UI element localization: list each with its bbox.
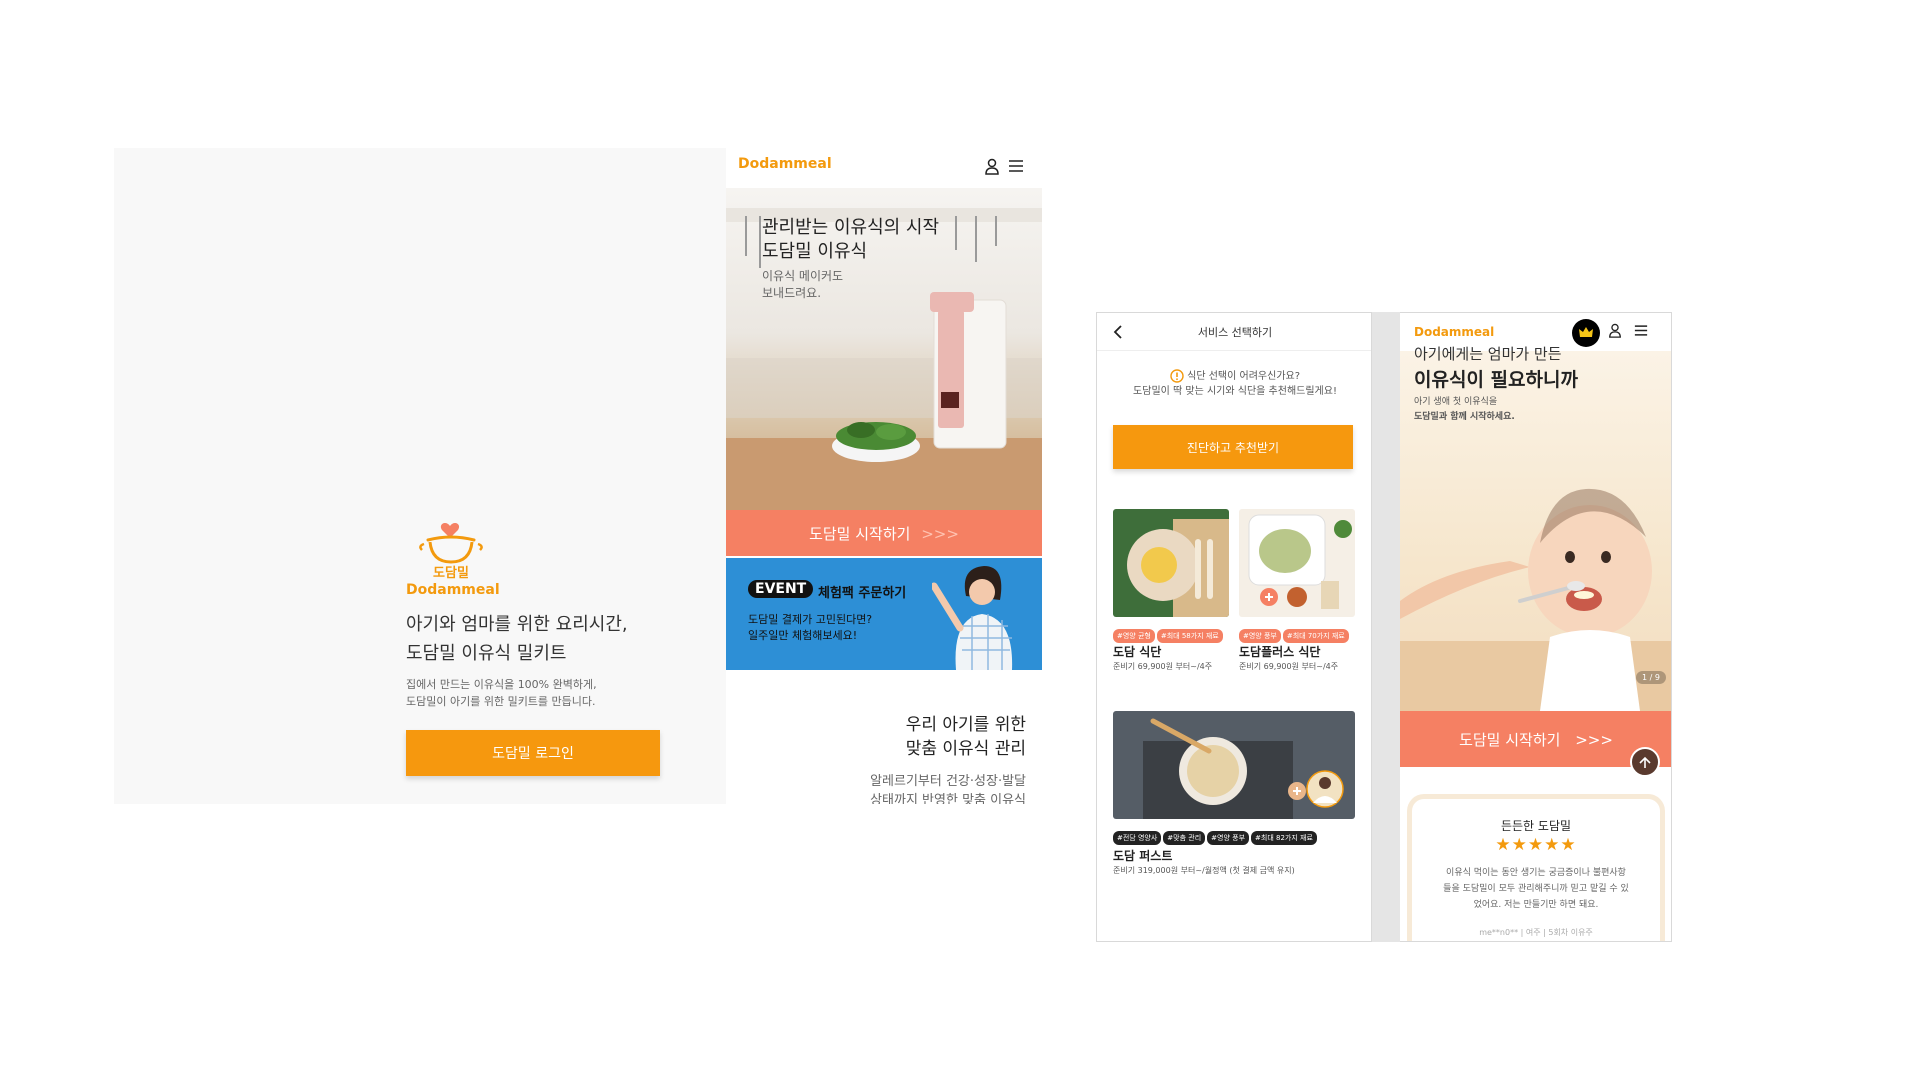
logo-wordmark: 도담밀 bbox=[433, 566, 469, 580]
arrow-up-icon bbox=[1639, 756, 1651, 768]
dodam-first-name[interactable]: 도담 퍼스트 bbox=[1113, 847, 1172, 864]
tag: #최대 82가지 재료 bbox=[1251, 831, 1317, 845]
menu-icon[interactable] bbox=[1634, 324, 1648, 337]
user-icon[interactable] bbox=[1608, 323, 1622, 339]
hero-title-line-1: 아기에게는 엄마가 만든 bbox=[1414, 345, 1562, 363]
notice-line-1: 식단 선택이 어려우신가요? bbox=[1097, 369, 1371, 384]
user-icon[interactable] bbox=[984, 158, 1000, 176]
recommend-notice: 식단 선택이 어려우신가요? 도담밀이 딱 맞는 시기와 식단을 추천해드릴게요… bbox=[1097, 369, 1371, 399]
event-text: 도담밀 결제가 고민된다면? 일주일만 체험해보세요! bbox=[748, 612, 918, 644]
diagnose-button[interactable]: 진단하고 추천받기 bbox=[1113, 425, 1353, 469]
brand-name[interactable]: Dodammeal bbox=[1414, 325, 1494, 339]
hero-sub-line-1: 이유식 메이커도 bbox=[762, 269, 844, 283]
tag: #최대 58가지 재료 bbox=[1156, 629, 1223, 643]
baby-bowl-illustration bbox=[1127, 519, 1229, 617]
membership-badge[interactable] bbox=[1572, 319, 1600, 347]
dodam-plus-image[interactable] bbox=[1239, 509, 1355, 617]
porridge-bowl-illustration bbox=[1143, 718, 1344, 819]
event-text-line-2: 일주일만 체험해보세요! bbox=[748, 629, 858, 642]
dodam-first-image[interactable] bbox=[1113, 711, 1355, 819]
landing-headline: 아기와 엄마를 위한 요리시간, 도담밀 이유식 밀키트 bbox=[406, 610, 706, 668]
tag: #영양 풍부 bbox=[1239, 629, 1281, 643]
review-line-1: 이유식 먹이는 동안 생기는 궁금증이나 불편사항 bbox=[1446, 868, 1626, 878]
hero-sub-line-2: 도담밀과 함께 시작하세요. bbox=[1414, 412, 1515, 422]
headline-line-1: 아기와 엄마를 위한 요리시간, bbox=[406, 614, 628, 635]
tag: #영양 풍부 bbox=[1207, 831, 1250, 845]
manage-description: 알레르기부터 건강·성장·발달 상태까지 반영한 맞춤 이유식 bbox=[816, 772, 1026, 804]
notice-text-1: 식단 선택이 어려우신가요? bbox=[1187, 371, 1301, 382]
service-header: 서비스 선택하기 bbox=[1097, 313, 1371, 351]
start-button[interactable]: 도담밀 시작하기 >>> bbox=[726, 510, 1042, 556]
hero-title-line-2: 도담밀 이유식 bbox=[762, 241, 868, 262]
event-banner[interactable]: EVENT 체험팩 주문하기 도담밀 결제가 고민된다면? 일주일만 체험해보세… bbox=[726, 558, 1042, 670]
dodam-first-price: 준비기 319,000원 부터~/월정액 (첫 결제 금액 유지) bbox=[1113, 866, 1295, 875]
hero-subtitle: 아기 생애 첫 이유식을 도담밀과 함께 시작하세요. bbox=[1414, 395, 1515, 425]
login-button[interactable]: 도담밀 로그인 bbox=[406, 730, 660, 776]
tag: #전담 영양사 bbox=[1113, 831, 1162, 845]
slide-indicator: 1 / 9 bbox=[1636, 671, 1666, 684]
review-meta: me**n0** | 여주 | 5회차 이유주 bbox=[1479, 928, 1593, 937]
desc-line-1: 집에서 만드는 이유식을 100% 완벽하게, bbox=[406, 678, 597, 691]
screen-divider bbox=[1372, 312, 1400, 942]
event-badge: EVENT bbox=[748, 580, 814, 598]
service-select-screen: 서비스 선택하기 식단 선택이 어려우신가요? 도담밀이 딱 맞는 시기와 식단… bbox=[1096, 312, 1372, 942]
service-title: 서비스 선택하기 bbox=[1197, 326, 1273, 339]
review-text: 이유식 먹이는 동안 생기는 궁금증이나 불편사항 들을 도담밀이 모두 관리해… bbox=[1426, 865, 1646, 913]
crown-icon bbox=[1579, 327, 1593, 337]
desc-line-2: 도담밀이 아기를 위한 밀키트를 만듭니다. bbox=[406, 695, 596, 708]
landing-description: 집에서 만드는 이유식을 100% 완벽하게, 도담밀이 아기를 위한 밀키트를… bbox=[406, 676, 706, 710]
dodam-plus-name[interactable]: 도담플러스 식단 bbox=[1239, 643, 1320, 660]
dodam-meal-price: 준비기 69,900원 부터~/4주 bbox=[1113, 662, 1213, 671]
review-title: 든든한 도담밀 bbox=[1500, 819, 1572, 833]
manage-desc-line-1: 알레르기부터 건강·성장·발달 bbox=[870, 774, 1026, 789]
meal-tray-illustration bbox=[1248, 514, 1352, 609]
hero-title: 관리받는 이유식의 시작 도담밀 이유식 bbox=[762, 216, 939, 264]
dodam-plus-tags: #영양 풍부 #최대 70가지 재료 bbox=[1239, 623, 1351, 643]
landing-screen: 도담밀 Dodammeal 아기와 엄마를 위한 요리시간, 도담밀 이유식 밀… bbox=[114, 148, 726, 804]
dodam-meal-tags: #영양 균형 #최대 58가지 재료 bbox=[1113, 623, 1225, 643]
brand-name[interactable]: Dodammeal bbox=[738, 156, 832, 172]
review-line-2: 들을 도담밀이 모두 관리해주니까 믿고 맡길 수 있 bbox=[1443, 884, 1629, 894]
review-card: 든든한 도담밀 ★★★★★ 이유식 먹이는 동안 생기는 궁금증이나 불편사항 … bbox=[1412, 799, 1660, 941]
manage-title-line-2: 맞춤 이유식 관리 bbox=[905, 739, 1026, 759]
menu-icon[interactable] bbox=[1008, 159, 1024, 173]
home-screen-2: Dodammeal 아기에게는 엄마가 만든 이유식이 필요하니까 아기 생애 … bbox=[1400, 312, 1672, 942]
home-screen: Dodammeal 관리받는 이유식의 시작 도담밀 이유식 이유식 메이커도 … bbox=[726, 148, 1042, 804]
manage-title: 우리 아기를 위한 맞춤 이유식 관리 bbox=[846, 713, 1026, 761]
review-line-3: 었어요. 저는 만들기만 하면 돼요. bbox=[1473, 900, 1599, 910]
dodammeal-logo: 도담밀 bbox=[419, 523, 483, 580]
scroll-top-button[interactable] bbox=[1630, 747, 1660, 777]
hero-banner: 관리받는 이유식의 시작 도담밀 이유식 이유식 메이커도 보내드려요. bbox=[726, 188, 1042, 510]
tag: #최대 70가지 재료 bbox=[1282, 629, 1349, 643]
hero-title-line-1: 관리받는 이유식의 시작 bbox=[762, 217, 940, 238]
dodam-meal-image[interactable] bbox=[1113, 509, 1229, 617]
tag: #영양 균형 bbox=[1113, 629, 1155, 643]
start-label: 도담밀 시작하기 bbox=[809, 524, 911, 543]
warning-icon bbox=[1170, 369, 1184, 383]
notice-text-2: 도담밀이 딱 맞는 시기와 식단을 추천해드릴게요! bbox=[1133, 386, 1337, 397]
hero-sub-line-1: 아기 생애 첫 이유식을 bbox=[1414, 397, 1498, 407]
dodam-meal-name[interactable]: 도담 식단 bbox=[1113, 643, 1161, 660]
chevron-right-icon: >>> bbox=[921, 524, 959, 543]
manage-desc-line-2: 상태까지 반영한 맞춤 이유식 bbox=[870, 793, 1026, 804]
headline-line-2: 도담밀 이유식 밀키트 bbox=[406, 643, 567, 664]
woman-pointing-illustration bbox=[932, 566, 1013, 670]
app-header: Dodammeal bbox=[726, 148, 1042, 188]
hero-subtitle: 이유식 메이커도 보내드려요. bbox=[762, 268, 843, 302]
hero-title-line-2: 이유식이 필요하니까 bbox=[1414, 369, 1578, 391]
brand-name: Dodammeal bbox=[406, 582, 500, 598]
event-text-line-1: 도담밀 결제가 고민된다면? bbox=[748, 613, 873, 626]
dodam-plus-price: 준비기 69,900원 부터~/4주 bbox=[1239, 662, 1339, 671]
dodam-first-tags: #전담 영양사 #맞춤 관리 #영양 풍부 #최대 82가지 재료 bbox=[1113, 825, 1319, 845]
chevron-right-icon: >>> bbox=[1575, 730, 1613, 749]
star-rating: ★★★★★ bbox=[1495, 835, 1577, 855]
event-title: 체험팩 주문하기 bbox=[818, 586, 907, 601]
manage-title-line-1: 우리 아기를 위한 bbox=[905, 715, 1026, 735]
tag: #맞춤 관리 bbox=[1163, 831, 1206, 845]
hero-sub-line-2: 보내드려요. bbox=[762, 286, 822, 300]
start-label: 도담밀 시작하기 bbox=[1459, 730, 1561, 749]
